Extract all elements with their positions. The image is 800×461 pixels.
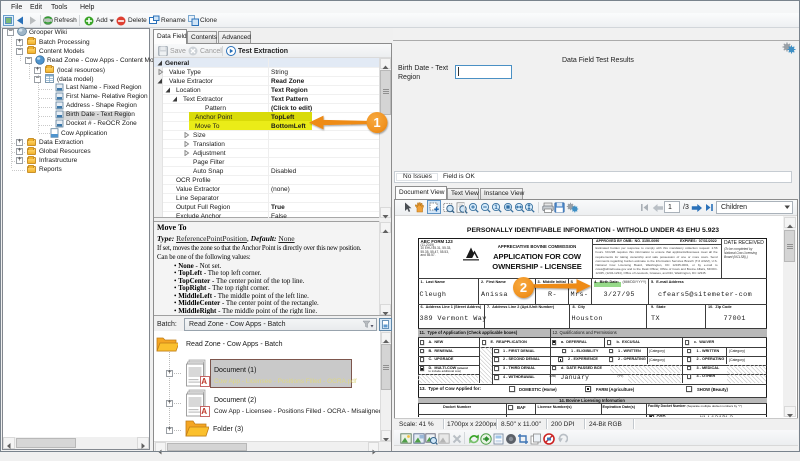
- svg-text:2: 2: [520, 280, 527, 295]
- svg-text:A: A: [201, 377, 207, 386]
- svg-text:1: 1: [373, 115, 380, 130]
- svg-text:A: A: [201, 407, 207, 416]
